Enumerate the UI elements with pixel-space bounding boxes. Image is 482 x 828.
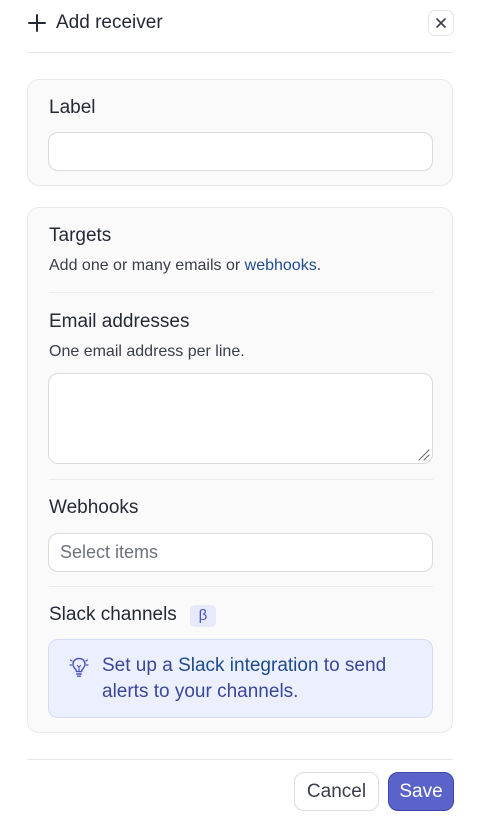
beta-badge: β xyxy=(190,605,216,627)
targets-title: Targets xyxy=(49,225,112,246)
callout-message: Set up a Slack integration to send alert… xyxy=(102,655,387,702)
dialog-header: Add receiver xyxy=(27,0,454,53)
email-addresses-help: One email address per line. xyxy=(49,343,245,360)
resize-handle-icon[interactable] xyxy=(416,447,430,461)
slack-channels-title: Slack channels xyxy=(49,604,177,625)
divider xyxy=(49,586,433,587)
slack-integration-callout: Set up a Slack integration to send alert… xyxy=(48,639,433,718)
cancel-button[interactable]: Cancel xyxy=(294,772,379,811)
label-title: Label xyxy=(49,97,96,118)
close-button[interactable] xyxy=(428,10,454,36)
lightbulb-icon xyxy=(69,657,89,677)
label-input[interactable] xyxy=(48,132,433,171)
webhooks-link[interactable]: webhooks xyxy=(245,257,317,274)
divider xyxy=(49,479,433,480)
webhooks-title: Webhooks xyxy=(49,497,139,518)
targets-description: Add one or many emails or webhooks. xyxy=(49,257,322,274)
footer-divider xyxy=(27,759,453,760)
targets-card: Targets Add one or many emails or webhoo… xyxy=(27,207,453,733)
save-button[interactable]: Save xyxy=(388,772,454,811)
label-card: Label xyxy=(27,79,453,186)
webhooks-select[interactable]: Select items xyxy=(48,533,433,572)
plus-icon xyxy=(28,14,46,32)
close-icon xyxy=(436,18,446,28)
webhooks-placeholder: Select items xyxy=(60,542,159,562)
email-addresses-title: Email addresses xyxy=(49,311,190,332)
slack-integration-link[interactable]: Slack integration xyxy=(178,655,318,676)
dialog-title: Add receiver xyxy=(56,12,163,33)
divider xyxy=(49,292,433,293)
email-addresses-textarea[interactable] xyxy=(48,373,433,464)
